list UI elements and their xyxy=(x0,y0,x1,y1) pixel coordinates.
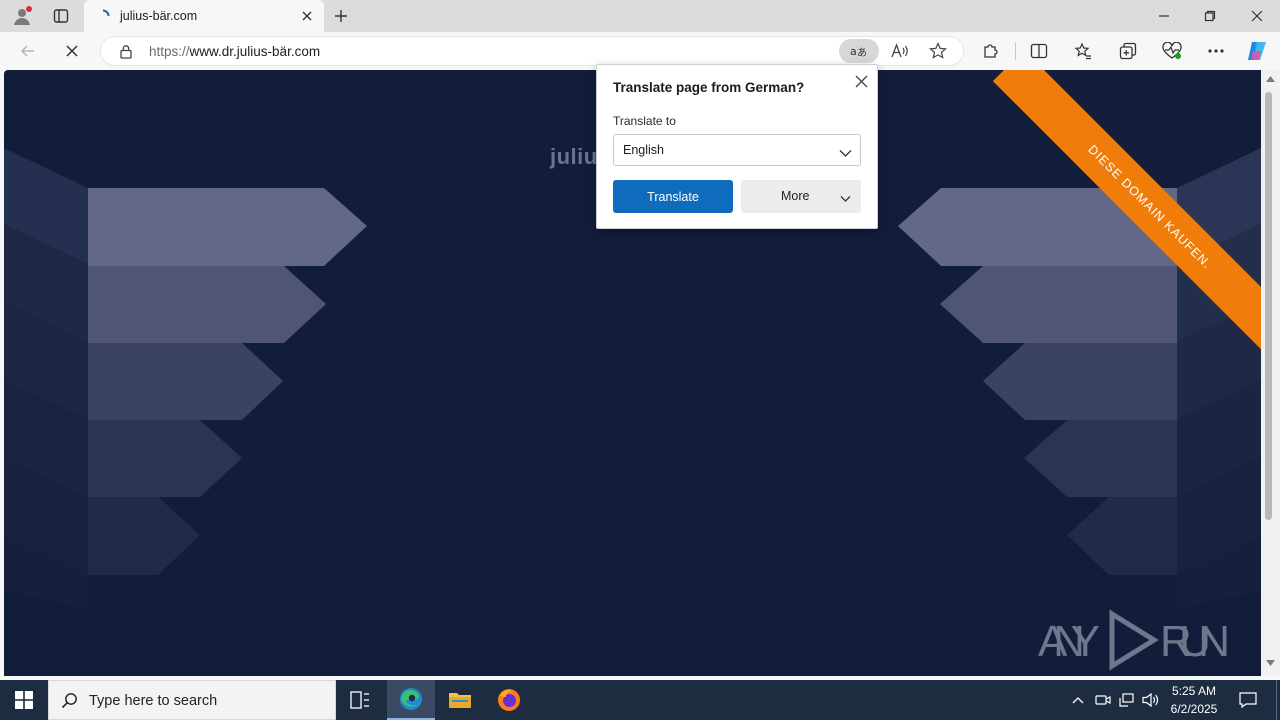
selected-language: English xyxy=(623,143,664,157)
task-view-icon[interactable] xyxy=(340,680,380,720)
chevron-down-icon xyxy=(839,145,852,163)
svg-text:あ: あ xyxy=(857,47,867,59)
show-desktop-strip[interactable] xyxy=(1276,680,1280,720)
restore-window-icon[interactable] xyxy=(1196,4,1224,28)
svg-text:a: a xyxy=(850,45,857,58)
url-text[interactable]: https://www.dr.julius-bär.com xyxy=(149,44,320,59)
translate-page-icon[interactable]: aあ xyxy=(839,39,879,63)
chevron-down-icon xyxy=(840,192,851,206)
lock-icon[interactable] xyxy=(119,44,133,64)
anyrun-watermark: ANY RUN xyxy=(1038,608,1232,672)
language-select[interactable]: English xyxy=(613,134,861,166)
more-button[interactable]: More xyxy=(741,180,861,213)
settings-more-icon[interactable] xyxy=(1203,38,1229,64)
translate-to-label: Translate to xyxy=(613,114,676,128)
translate-popup: Translate page from German? Translate to… xyxy=(596,64,878,229)
windows-taskbar: Type here to search 5:25 AM 6/2/2025 xyxy=(0,680,1280,720)
search-icon xyxy=(61,692,78,714)
close-icon[interactable] xyxy=(851,71,871,91)
tab-close-icon[interactable] xyxy=(300,9,314,28)
scrollbar-thumb[interactable] xyxy=(1265,92,1272,520)
profile-avatar-icon[interactable] xyxy=(8,4,36,28)
clock-time[interactable]: 5:25 AM xyxy=(1159,684,1229,698)
meet-now-icon[interactable] xyxy=(1092,680,1114,720)
search-placeholder: Type here to search xyxy=(89,693,218,709)
extensions-puzzle-icon[interactable] xyxy=(978,38,1004,64)
network-icon[interactable] xyxy=(1116,680,1138,720)
tab-title: julius-bär.com xyxy=(120,9,198,23)
minimize-window-icon[interactable] xyxy=(1150,4,1178,28)
tab-actions-icon[interactable] xyxy=(48,4,74,28)
stop-loading-icon[interactable] xyxy=(58,38,86,64)
edge-browser-icon[interactable] xyxy=(387,680,435,720)
favorite-star-icon[interactable] xyxy=(925,39,951,63)
file-explorer-icon[interactable] xyxy=(436,680,484,720)
new-tab-plus-icon[interactable] xyxy=(328,4,354,28)
favorites-icon[interactable] xyxy=(1070,38,1096,64)
taskbar-search-box[interactable]: Type here to search xyxy=(48,680,336,720)
translate-button[interactable]: Translate xyxy=(613,180,733,213)
clock-date[interactable]: 6/2/2025 xyxy=(1159,702,1229,716)
site-title: juliu xyxy=(550,144,598,169)
scroll-down-arrow-icon[interactable] xyxy=(1266,660,1275,666)
anyrun-logo-icon: ANY RUN xyxy=(1038,609,1230,671)
collections-icon[interactable] xyxy=(1115,38,1141,64)
address-bar[interactable]: https://www.dr.julius-bär.com aあ xyxy=(100,36,964,66)
notifications-icon[interactable] xyxy=(1234,680,1262,720)
close-window-icon[interactable] xyxy=(1243,4,1271,28)
tab-strip: julius-bär.com xyxy=(0,0,1280,32)
read-aloud-icon[interactable] xyxy=(887,39,913,63)
firefox-icon[interactable] xyxy=(485,680,533,720)
split-screen-icon[interactable] xyxy=(1026,38,1052,64)
copilot-icon[interactable] xyxy=(1243,38,1271,64)
loading-spinner-icon xyxy=(96,9,110,28)
toolbar-divider xyxy=(1015,42,1016,60)
scroll-up-arrow-icon[interactable] xyxy=(1266,76,1275,82)
svg-text:ANY: ANY xyxy=(1038,617,1100,666)
show-hidden-icons-chevron-icon[interactable] xyxy=(1068,680,1088,720)
svg-text:RUN: RUN xyxy=(1160,617,1230,666)
back-arrow-icon[interactable] xyxy=(14,38,42,64)
browser-essentials-icon[interactable] xyxy=(1159,38,1185,64)
active-tab[interactable]: julius-bär.com xyxy=(84,0,324,32)
windows-start-icon[interactable] xyxy=(0,680,48,720)
translate-popup-title: Translate page from German? xyxy=(613,80,805,95)
